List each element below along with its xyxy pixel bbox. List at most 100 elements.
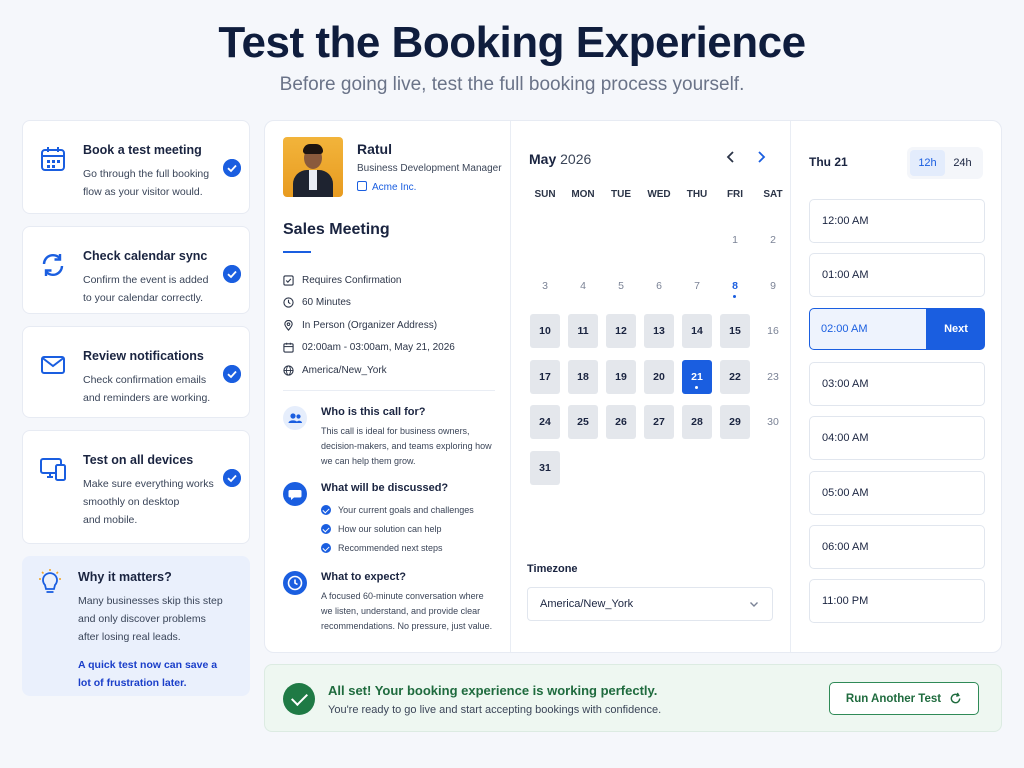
banner-title: All set! Your booking experience is work… bbox=[328, 683, 658, 698]
list-item: How our solution can help bbox=[321, 519, 498, 538]
page-title: Test the Booking Experience bbox=[218, 18, 806, 67]
check-circle-icon bbox=[223, 365, 241, 383]
weekday-header: WED bbox=[647, 189, 671, 200]
divider bbox=[283, 390, 495, 391]
calendar-day-11[interactable]: 11 bbox=[568, 314, 598, 348]
time-slot[interactable]: 01:00 AM bbox=[809, 253, 985, 298]
calendar-day-12[interactable]: 12 bbox=[606, 314, 636, 348]
format-24h-button[interactable]: 24h bbox=[945, 150, 980, 176]
detail-timezone: America/New_York bbox=[283, 359, 498, 382]
calendar-day-7: 7 bbox=[694, 279, 700, 292]
chevron-left-icon[interactable] bbox=[723, 149, 739, 165]
time-slot[interactable]: 03:00 AM bbox=[809, 361, 985, 406]
calendar-day-23: 23 bbox=[767, 370, 779, 383]
calendar-panel: May 2026 SUN MON TUE WED THU FRI SAT 1 2 3 4 5 6 7 8 9 1… bbox=[511, 121, 791, 652]
banner-text: You're ready to go live and start accept… bbox=[328, 704, 662, 716]
calendar-day-27[interactable]: 27 bbox=[644, 405, 674, 439]
calendar-day-31[interactable]: 31 bbox=[530, 450, 560, 485]
time-slot[interactable]: 05:00 AM bbox=[809, 470, 985, 515]
day-indicator-dot bbox=[733, 294, 736, 298]
calendar-day-10[interactable]: 10 bbox=[530, 314, 560, 348]
step-title: Test on all devices bbox=[83, 453, 194, 467]
format-12h-button[interactable]: 12h bbox=[910, 150, 945, 176]
discussion-list: Your current goals and challenges How ou… bbox=[321, 500, 498, 557]
calendar-day-13[interactable]: 13 bbox=[644, 314, 674, 348]
lightbulb-icon bbox=[39, 569, 61, 593]
step-check-calendar-sync[interactable]: Check calendar sync Confirm the event is… bbox=[22, 226, 250, 314]
what-will-be-discussed: What will be discussed? Your current goa… bbox=[283, 482, 498, 557]
calendar-day-4: 4 bbox=[580, 279, 586, 292]
time-slot[interactable]: 12:00 AM bbox=[809, 199, 985, 243]
what-to-expect: What to expect? A focused 60-minute conv… bbox=[283, 571, 498, 634]
calendar-day-30: 30 bbox=[767, 416, 779, 428]
timezone-select[interactable]: America/New_York bbox=[527, 587, 773, 621]
time-format-toggle: 12h 24h bbox=[907, 147, 983, 179]
calendar-day-14[interactable]: 14 bbox=[682, 314, 712, 348]
calendar-day-18[interactable]: 18 bbox=[568, 359, 598, 394]
step-description: Make sure everything works smoothly on de… bbox=[83, 478, 214, 526]
location-icon bbox=[284, 319, 293, 331]
weekday-header: TUE bbox=[611, 189, 631, 200]
check-circle-icon bbox=[321, 504, 331, 515]
calendar-day-6: 6 bbox=[656, 279, 662, 292]
meeting-info-panel: Ratul Business Development Manager Acme … bbox=[265, 121, 511, 652]
devices-icon bbox=[40, 458, 66, 481]
check-circle-icon bbox=[223, 159, 241, 177]
weekday-header: THU bbox=[686, 189, 708, 200]
time-slot[interactable]: 11:00 PM bbox=[809, 579, 985, 624]
host-name: Ratul bbox=[357, 141, 392, 157]
step-review-notifications[interactable]: Review notifications Check confirmation … bbox=[22, 326, 250, 418]
host-company: Acme Inc. bbox=[357, 181, 416, 193]
calendar-day-3: 3 bbox=[542, 279, 548, 292]
calendar-day-25[interactable]: 25 bbox=[568, 405, 598, 439]
calendar-day-20[interactable]: 20 bbox=[644, 359, 674, 394]
avatar bbox=[283, 137, 343, 197]
step-description: Go through the full booking flow as your … bbox=[83, 168, 210, 198]
list-item: Your current goals and challenges bbox=[321, 500, 498, 519]
why-title: Why it matters? bbox=[78, 570, 172, 584]
time-slot[interactable]: 04:00 AM bbox=[809, 416, 985, 461]
calendar-day-2: 2 bbox=[770, 234, 776, 246]
refresh-icon bbox=[950, 692, 961, 704]
detail-confirmation: Requires Confirmation bbox=[283, 269, 498, 292]
clock-icon bbox=[283, 297, 294, 308]
check-circle-icon bbox=[321, 542, 331, 553]
why-description: Many businesses skip this step and only d… bbox=[78, 595, 223, 643]
time-slot[interactable]: 06:00 AM bbox=[809, 524, 985, 569]
check-circle-icon bbox=[223, 265, 241, 283]
calendar-day-19[interactable]: 19 bbox=[606, 359, 636, 394]
page-subtitle: Before going live, test the full booking… bbox=[279, 74, 745, 95]
test-checklist: Book a test meeting Go through the full … bbox=[22, 120, 250, 696]
step-title: Book a test meeting bbox=[83, 143, 202, 157]
calendar-day-24[interactable]: 24 bbox=[530, 405, 560, 439]
time-slot[interactable]: 02:00 AM bbox=[809, 307, 927, 350]
checkbox-icon bbox=[283, 275, 294, 286]
timezone-label: Timezone bbox=[527, 563, 578, 575]
month-label: May 2026 bbox=[529, 151, 592, 167]
check-circle-icon bbox=[223, 469, 241, 487]
step-description: Confirm the event is added to your calend… bbox=[83, 274, 209, 304]
calendar-day-22[interactable]: 22 bbox=[720, 359, 750, 394]
next-button[interactable]: Next bbox=[927, 307, 985, 350]
calendar-day-29[interactable]: 29 bbox=[720, 405, 750, 439]
day-indicator-dot bbox=[695, 385, 698, 389]
check-circle-icon bbox=[283, 683, 315, 715]
time-slot-selected: 02:00 AM Next bbox=[809, 307, 985, 350]
chevron-right-icon[interactable] bbox=[753, 149, 769, 165]
step-book-test-meeting[interactable]: Book a test meeting Go through the full … bbox=[22, 120, 250, 214]
step-test-all-devices[interactable]: Test on all devices Make sure everything… bbox=[22, 430, 250, 544]
list-item: Recommended next steps bbox=[321, 538, 498, 557]
title-underline bbox=[283, 251, 311, 253]
calendar-day-28[interactable]: 28 bbox=[682, 405, 712, 439]
calendar-day-1: 1 bbox=[732, 234, 738, 246]
calendar-day-17[interactable]: 17 bbox=[530, 359, 560, 394]
why-it-matters-card: Why it matters? Many businesses skip thi… bbox=[22, 556, 250, 696]
detail-duration: 60 Minutes bbox=[283, 292, 498, 315]
success-banner: All set! Your booking experience is work… bbox=[264, 664, 1002, 732]
chevron-down-icon bbox=[750, 602, 758, 607]
run-another-test-button[interactable]: Run Another Test bbox=[829, 682, 979, 715]
calendar-day-21[interactable]: 21 bbox=[682, 359, 712, 394]
calendar-day-15[interactable]: 15 bbox=[720, 314, 750, 348]
calendar-icon bbox=[41, 147, 65, 171]
calendar-day-26[interactable]: 26 bbox=[606, 405, 636, 439]
